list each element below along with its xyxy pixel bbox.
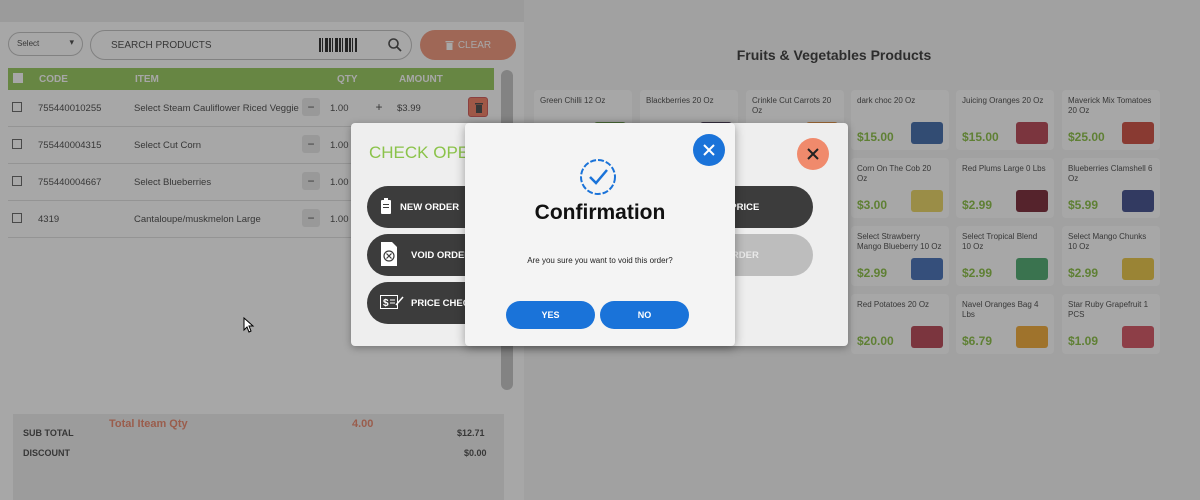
price-tag-icon: $ bbox=[380, 295, 404, 309]
void-document-icon bbox=[381, 242, 397, 266]
check-badge-icon bbox=[580, 159, 616, 195]
yes-button[interactable]: YES bbox=[506, 301, 595, 329]
close-icon bbox=[703, 144, 715, 156]
confirm-title: Confirmation bbox=[534, 201, 666, 224]
close-icon bbox=[807, 148, 819, 160]
price-check-label: PRICE CHEC bbox=[411, 298, 470, 309]
new-order-label: NEW ORDER bbox=[400, 202, 460, 213]
mouse-cursor-icon bbox=[243, 317, 255, 333]
close-options-button[interactable] bbox=[797, 138, 829, 170]
svg-text:$: $ bbox=[383, 298, 389, 309]
no-button[interactable]: NO bbox=[600, 301, 689, 329]
confirm-message: Are you sure you want to void this order… bbox=[527, 256, 673, 265]
check-options-title: CHECK OPE bbox=[369, 143, 470, 162]
confirmation-dialog: Confirmation Are you sure you want to vo… bbox=[465, 123, 735, 346]
close-confirm-button[interactable] bbox=[693, 134, 725, 166]
clipboard-icon bbox=[381, 198, 391, 214]
void-order-label: VOID ORDER bbox=[411, 250, 472, 261]
